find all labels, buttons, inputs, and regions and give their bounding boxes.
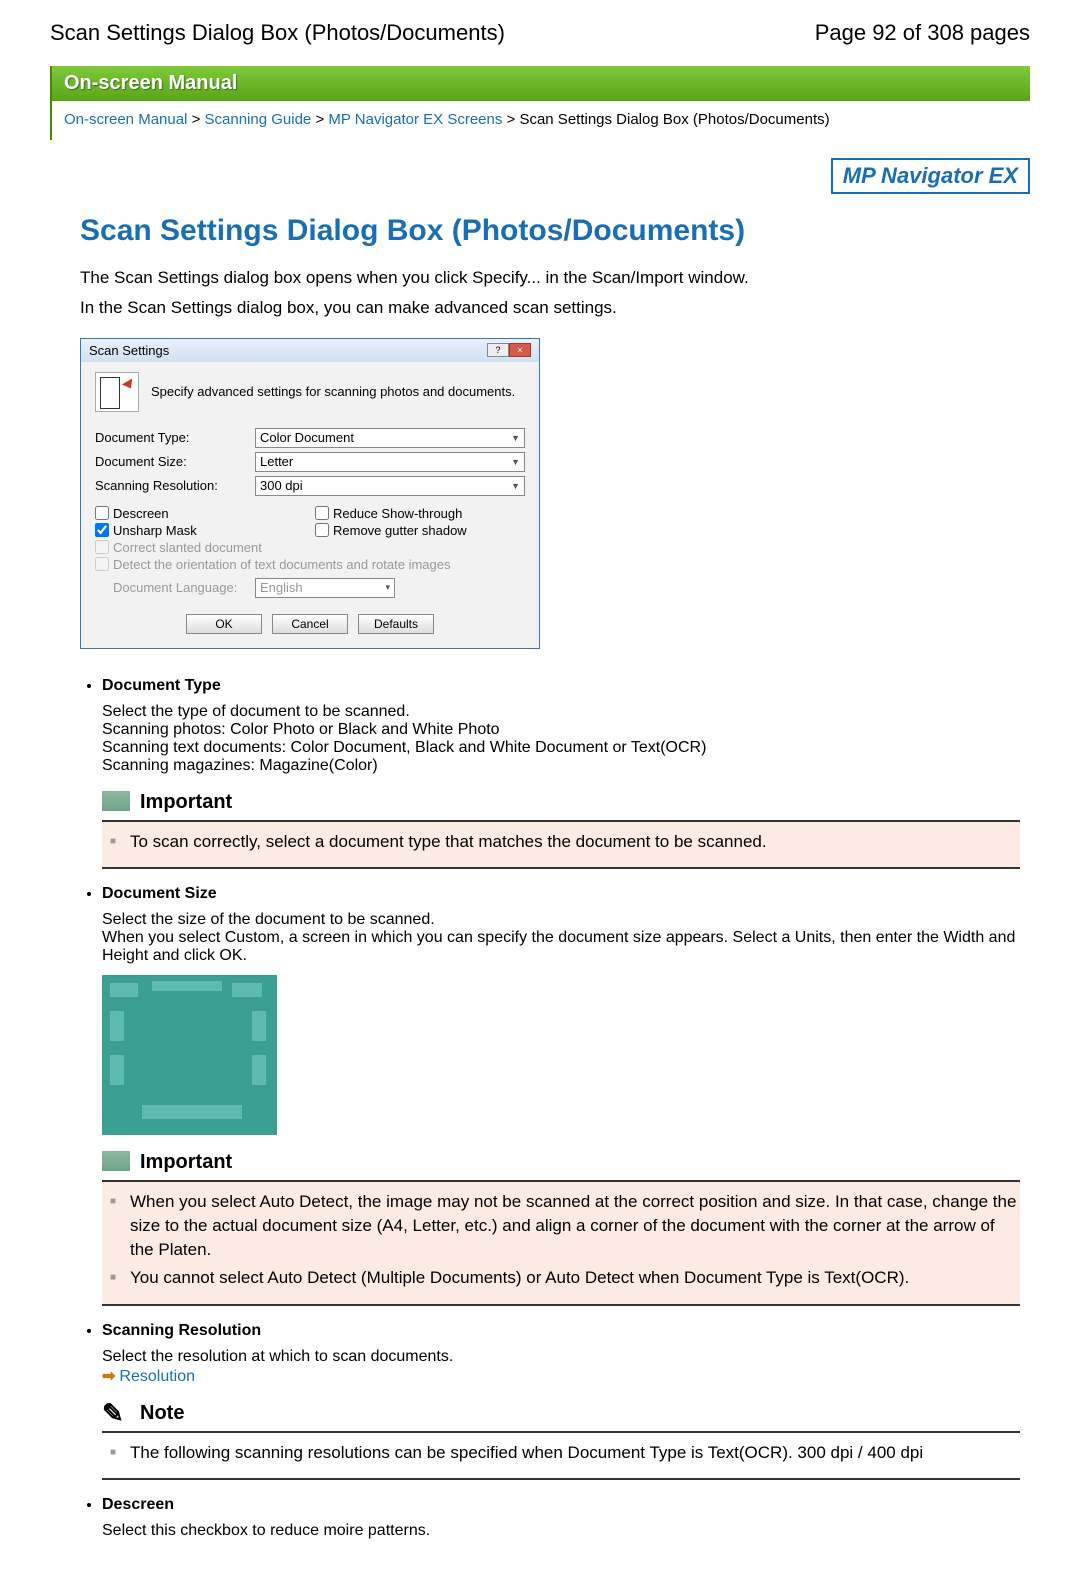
page-number: Page 92 of 308 pages <box>815 20 1030 46</box>
important-callout: Important When you select Auto Detect, t… <box>102 1147 1020 1305</box>
ok-button[interactable]: OK <box>186 614 262 634</box>
breadcrumb-current: Scan Settings Dialog Box (Photos/Documen… <box>519 111 829 128</box>
descreen-checkbox[interactable]: Descreen <box>95 506 305 521</box>
resolution-select[interactable]: 300 dpi▼ <box>255 476 525 496</box>
intro-text: The Scan Settings dialog box opens when … <box>80 266 1020 290</box>
body-text: Select the size of the document to be sc… <box>102 911 1020 929</box>
mp-navigator-badge: MP Navigator EX <box>831 158 1030 194</box>
body-text: Scanning photos: Color Photo or Black an… <box>102 721 1020 739</box>
detect-orientation-checkbox[interactable]: Detect the orientation of text documents… <box>95 557 525 572</box>
section-doctype-title: Document Type <box>102 677 1020 695</box>
doctype-label: Document Type: <box>95 430 255 445</box>
arrow-icon: ➡ <box>102 1368 115 1385</box>
close-icon[interactable]: × <box>509 343 531 357</box>
language-select: English▾ <box>255 578 395 598</box>
resolution-label: Scanning Resolution: <box>95 478 255 493</box>
reduce-showthrough-checkbox[interactable]: Reduce Show-through <box>315 506 525 521</box>
page-title: Scan Settings Dialog Box (Photos/Documen… <box>80 214 1020 248</box>
docsize-select[interactable]: Letter▼ <box>255 452 525 472</box>
callout-item: To scan correctly, select a document typ… <box>130 830 1020 854</box>
section-resolution-title: Scanning Resolution <box>102 1322 1020 1340</box>
section-descreen-title: Descreen <box>102 1496 1020 1514</box>
body-text: Scanning text documents: Color Document,… <box>102 739 1020 757</box>
dialog-title: Scan Settings <box>89 343 169 358</box>
body-text: Scanning magazines: Magazine(Color) <box>102 757 1020 775</box>
unsharp-mask-checkbox[interactable]: Unsharp Mask <box>95 523 305 538</box>
callout-item: The following scanning resolutions can b… <box>130 1441 1020 1465</box>
breadcrumb: On-screen Manual > Scanning Guide > MP N… <box>50 101 1030 140</box>
body-text: When you select Custom, a screen in whic… <box>102 929 1020 965</box>
remove-gutter-checkbox[interactable]: Remove gutter shadow <box>315 523 525 538</box>
defaults-button[interactable]: Defaults <box>358 614 434 634</box>
intro-text: In the Scan Settings dialog box, you can… <box>80 296 1020 320</box>
callout-item: You cannot select Auto Detect (Multiple … <box>130 1266 1020 1290</box>
note-callout: Note The following scanning resolutions … <box>102 1398 1020 1481</box>
important-callout: Important To scan correctly, select a do… <box>102 787 1020 870</box>
resolution-link[interactable]: Resolution <box>119 1368 195 1385</box>
body-text: Select this checkbox to reduce moire pat… <box>102 1522 1020 1540</box>
scan-settings-dialog: Scan Settings ? × Specify advanced setti… <box>80 338 540 649</box>
doctype-select[interactable]: Color Document▼ <box>255 428 525 448</box>
docsize-label: Document Size: <box>95 454 255 469</box>
scanner-icon <box>95 372 139 412</box>
body-text: Select the type of document to be scanne… <box>102 703 1020 721</box>
header-title: Scan Settings Dialog Box (Photos/Documen… <box>50 20 505 46</box>
dialog-caption: Specify advanced settings for scanning p… <box>151 384 515 399</box>
callout-item: When you select Auto Detect, the image m… <box>130 1190 1020 1261</box>
preview-image <box>102 975 277 1135</box>
body-text: Select the resolution at which to scan d… <box>102 1348 1020 1366</box>
breadcrumb-link[interactable]: Scanning Guide <box>205 111 312 128</box>
breadcrumb-link[interactable]: MP Navigator EX Screens <box>328 111 502 128</box>
language-label: Document Language: <box>95 580 255 595</box>
help-icon[interactable]: ? <box>487 343 509 357</box>
correct-slanted-checkbox[interactable]: Correct slanted document <box>95 540 525 555</box>
banner: On-screen Manual <box>50 66 1030 101</box>
section-docsize-title: Document Size <box>102 885 1020 903</box>
callout-title: Important <box>102 787 1020 822</box>
callout-title: Important <box>102 1147 1020 1182</box>
breadcrumb-link[interactable]: On-screen Manual <box>64 111 187 128</box>
callout-title: Note <box>102 1398 1020 1433</box>
cancel-button[interactable]: Cancel <box>272 614 348 634</box>
